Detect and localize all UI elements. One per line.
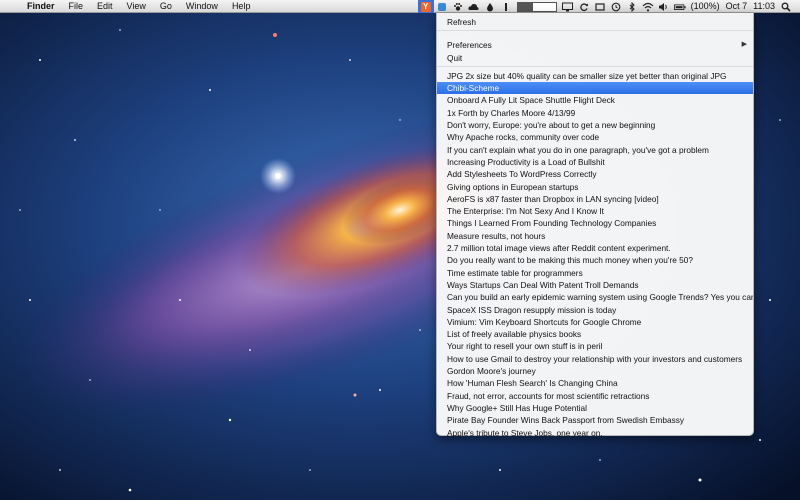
story-menu-item[interactable]: Onboard A Fully Lit Space Shuttle Flight… [437, 94, 753, 106]
story-menu-item[interactable]: Measure results, not hours [437, 230, 753, 242]
story-menu-item[interactable]: 2.7 million total image views after Redd… [437, 242, 753, 254]
story-menu-item[interactable]: AeroFS is x87 faster than Dropbox in LAN… [437, 193, 753, 205]
paw-icon[interactable] [452, 1, 464, 13]
hacker-news-status-item[interactable]: Y [417, 0, 434, 13]
cloud-icon[interactable] [468, 1, 480, 13]
story-menu-item[interactable]: 1x Forth by Charles Moore 4/13/99 [437, 107, 753, 119]
date-label[interactable]: Oct 7 [723, 0, 751, 13]
text-input-icon[interactable] [500, 1, 512, 13]
story-menu-item[interactable]: Don't worry, Europe: you're about to get… [437, 119, 753, 131]
battery-percent[interactable]: (100%) [688, 0, 723, 13]
quit-menu-item[interactable]: Quit [437, 52, 753, 64]
story-menu-item[interactable]: Vimium: Vim Keyboard Shortcuts for Googl… [437, 316, 753, 328]
preferences-label: Preferences [447, 40, 492, 51]
story-menu-item[interactable]: Ways Startups Can Deal With Patent Troll… [437, 279, 753, 291]
time-machine-icon[interactable] [610, 1, 622, 13]
story-menu-item[interactable]: Why Apache rocks, community over code [437, 131, 753, 143]
story-menu-item[interactable]: How 'Human Flesh Search' Is Changing Chi… [437, 377, 753, 389]
refresh-menu-item[interactable]: Refresh [437, 16, 753, 28]
story-menu-item[interactable]: Gordon Moore's journey [437, 365, 753, 377]
wifi-icon[interactable] [642, 1, 654, 13]
story-menu-item[interactable]: How to use Gmail to destroy your relatio… [437, 353, 753, 365]
story-menu-item[interactable]: Increasing Productivity is a Load of Bul… [437, 156, 753, 168]
display-icon[interactable] [562, 1, 574, 13]
story-menu-item[interactable]: Chibi-Scheme [437, 82, 753, 95]
bluetooth-icon[interactable] [626, 1, 638, 13]
screen-icon[interactable] [594, 1, 606, 13]
memory-meter[interactable] [516, 1, 557, 12]
story-menu-item[interactable]: If you can't explain what you do in one … [437, 144, 753, 156]
story-menu-item[interactable]: SpaceX ISS Dragon resupply mission is to… [437, 304, 753, 316]
story-menu-item[interactable]: Can you build an early epidemic warning … [437, 291, 753, 303]
submenu-arrow-icon: ▶ [741, 41, 747, 49]
story-list: JPG 2x size but 40% quality can be small… [437, 70, 753, 439]
fluid-icon[interactable] [484, 1, 496, 13]
volume-icon[interactable] [658, 1, 670, 13]
menu-finder[interactable]: Finder [20, 0, 62, 13]
menu-file[interactable]: File [62, 0, 91, 13]
battery-icon[interactable] [673, 1, 686, 13]
menu-view[interactable]: View [120, 0, 153, 13]
menu-go[interactable]: Go [153, 0, 179, 13]
story-menu-item[interactable]: Do you really want to be making this muc… [437, 254, 753, 266]
hacker-news-menu: Refresh Preferences ▶ Quit JPG 2x size b… [436, 13, 754, 439]
story-menu-item[interactable]: Things I Learned From Founding Technolog… [437, 217, 753, 229]
story-menu-item[interactable]: The Enterprise: I'm Not Sexy And I Know … [437, 205, 753, 217]
story-menu-item[interactable]: Apple's tribute to Steve Jobs, one year … [437, 427, 753, 439]
story-menu-item[interactable]: Fraud, not error, accounts for most scie… [437, 390, 753, 402]
menu-separator [437, 65, 753, 67]
y-combinator-icon: Y [420, 1, 431, 12]
story-menu-item[interactable]: Giving options in European startups [437, 181, 753, 193]
menu-bar: Finder File Edit View Go Window Help Y (… [0, 0, 800, 13]
app-status-icon[interactable] [436, 1, 448, 13]
story-menu-item[interactable]: Time estimate table for programmers [437, 267, 753, 279]
story-menu-item[interactable]: List of freely available physics books [437, 328, 753, 340]
clock-label[interactable]: 11:03 [750, 0, 778, 13]
story-menu-item[interactable]: JPG 2x size but 40% quality can be small… [437, 70, 753, 82]
story-menu-item[interactable]: Add Stylesheets To WordPress Correctly [437, 168, 753, 180]
menu-separator [437, 30, 753, 32]
spotlight-search-icon[interactable] [780, 1, 792, 13]
sync-icon[interactable] [578, 1, 590, 13]
story-menu-item[interactable]: Your right to resell your own stuff is i… [437, 340, 753, 352]
menu-help[interactable]: Help [225, 0, 258, 13]
menu-edit[interactable]: Edit [90, 0, 120, 13]
story-menu-item[interactable]: Pirate Bay Founder Wins Back Passport fr… [437, 414, 753, 426]
story-menu-item[interactable]: Why Google+ Still Has Huge Potential [437, 402, 753, 414]
preferences-menu-item[interactable]: Preferences ▶ [437, 39, 753, 51]
menu-window[interactable]: Window [179, 0, 225, 13]
